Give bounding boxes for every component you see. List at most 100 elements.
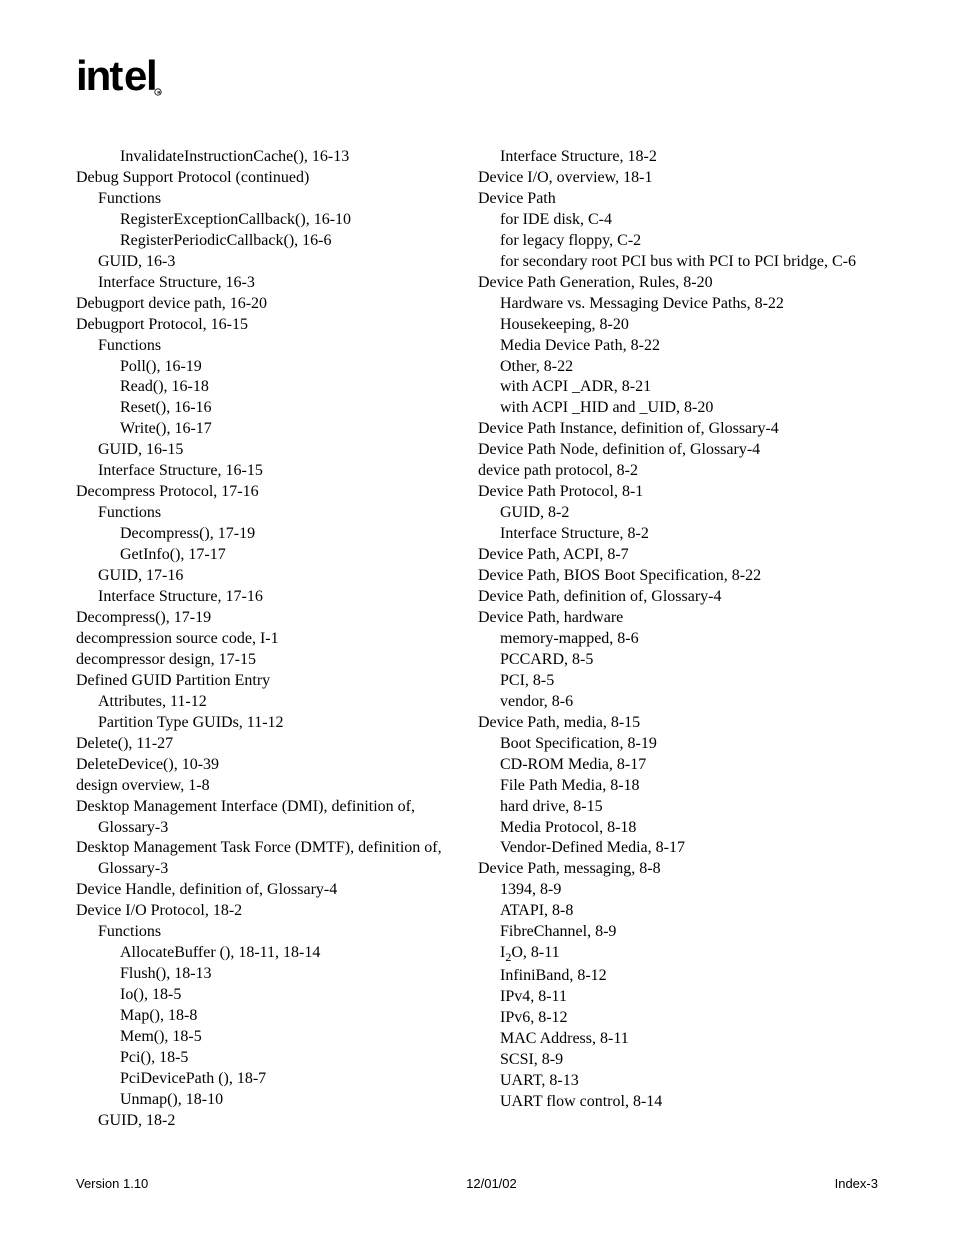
index-entry: Poll(), 16-19 bbox=[76, 357, 468, 378]
index-entry: with ACPI _ADR, 8-21 bbox=[478, 377, 870, 398]
svg-text:e: e bbox=[124, 56, 146, 99]
left-column: InvalidateInstructionCache(), 16-13Debug… bbox=[76, 147, 468, 1132]
index-entry: Debugport device path, 16-20 bbox=[76, 294, 468, 315]
index-entry: Delete(), 11-27 bbox=[76, 734, 468, 755]
index-entry: InfiniBand, 8-12 bbox=[478, 966, 870, 987]
index-columns: InvalidateInstructionCache(), 16-13Debug… bbox=[76, 147, 878, 1132]
index-entry: Functions bbox=[76, 336, 468, 357]
index-entry: Device Path bbox=[478, 189, 870, 210]
index-entry: Boot Specification, 8-19 bbox=[478, 734, 870, 755]
index-entry: Pci(), 18-5 bbox=[76, 1048, 468, 1069]
index-entry: Device Path, BIOS Boot Specification, 8-… bbox=[478, 566, 870, 587]
index-entry: Device Path Generation, Rules, 8-20 bbox=[478, 273, 870, 294]
intel-logo: int e l R bbox=[76, 56, 166, 107]
index-entry: AllocateBuffer (), 18-11, 18-14 bbox=[76, 943, 468, 964]
index-entry: Defined GUID Partition Entry bbox=[76, 671, 468, 692]
index-entry: Debug Support Protocol (continued) bbox=[76, 168, 468, 189]
index-entry: for legacy floppy, C-2 bbox=[478, 231, 870, 252]
index-entry: PciDevicePath (), 18-7 bbox=[76, 1069, 468, 1090]
right-column: Interface Structure, 18-2Device I/O, ove… bbox=[478, 147, 870, 1132]
index-entry: Io(), 18-5 bbox=[76, 985, 468, 1006]
index-entry: vendor, 8-6 bbox=[478, 692, 870, 713]
index-entry: MAC Address, 8-11 bbox=[478, 1029, 870, 1050]
index-entry: UART, 8-13 bbox=[478, 1071, 870, 1092]
index-entry: Device Path, hardware bbox=[478, 608, 870, 629]
svg-text:l: l bbox=[146, 56, 156, 99]
index-entry: CD-ROM Media, 8-17 bbox=[478, 755, 870, 776]
index-entry: Device Path, media, 8-15 bbox=[478, 713, 870, 734]
index-entry: Mem(), 18-5 bbox=[76, 1027, 468, 1048]
index-entry: IPv4, 8-11 bbox=[478, 987, 870, 1008]
index-entry: Interface Structure, 16-15 bbox=[76, 461, 468, 482]
index-entry: Interface Structure, 18-2 bbox=[478, 147, 870, 168]
index-entry: design overview, 1-8 bbox=[76, 776, 468, 797]
index-entry: FibreChannel, 8-9 bbox=[478, 922, 870, 943]
index-entry: Map(), 18-8 bbox=[76, 1006, 468, 1027]
index-entry: Device Path, messaging, 8-8 bbox=[478, 859, 870, 880]
index-entry: GUID, 16-3 bbox=[76, 252, 468, 273]
index-entry: GUID, 8-2 bbox=[478, 503, 870, 524]
index-entry: GUID, 16-15 bbox=[76, 440, 468, 461]
index-entry: Housekeeping, 8-20 bbox=[478, 315, 870, 336]
index-entry: Decompress(), 17-19 bbox=[76, 524, 468, 545]
index-entry: for secondary root PCI bus with PCI to P… bbox=[478, 252, 870, 273]
index-entry: Debugport Protocol, 16-15 bbox=[76, 315, 468, 336]
index-entry: Reset(), 16-16 bbox=[76, 398, 468, 419]
svg-text:int: int bbox=[76, 56, 123, 99]
index-entry: Desktop Management Task Force (DMTF), de… bbox=[76, 838, 468, 880]
index-entry: PCI, 8-5 bbox=[478, 671, 870, 692]
index-entry: Partition Type GUIDs, 11-12 bbox=[76, 713, 468, 734]
index-entry: Device Path Node, definition of, Glossar… bbox=[478, 440, 870, 461]
index-entry: Interface Structure, 8-2 bbox=[478, 524, 870, 545]
index-entry: Read(), 16-18 bbox=[76, 377, 468, 398]
index-entry: UART flow control, 8-14 bbox=[478, 1092, 870, 1113]
index-entry: Media Protocol, 8-18 bbox=[478, 818, 870, 839]
index-entry: decompression source code, I-1 bbox=[76, 629, 468, 650]
index-entry: hard drive, 8-15 bbox=[478, 797, 870, 818]
index-entry: Write(), 16-17 bbox=[76, 419, 468, 440]
footer-version: Version 1.10 bbox=[76, 1176, 148, 1191]
index-entry: File Path Media, 8-18 bbox=[478, 776, 870, 797]
index-entry: SCSI, 8-9 bbox=[478, 1050, 870, 1071]
index-entry: Hardware vs. Messaging Device Paths, 8-2… bbox=[478, 294, 870, 315]
index-entry: Device I/O, overview, 18-1 bbox=[478, 168, 870, 189]
index-entry: RegisterExceptionCallback(), 16-10 bbox=[76, 210, 468, 231]
index-entry: GetInfo(), 17-17 bbox=[76, 545, 468, 566]
index-entry: Decompress(), 17-19 bbox=[76, 608, 468, 629]
index-entry: memory-mapped, 8-6 bbox=[478, 629, 870, 650]
index-entry: device path protocol, 8-2 bbox=[478, 461, 870, 482]
page-footer: Version 1.10 12/01/02 Index-3 bbox=[76, 1176, 878, 1191]
index-entry: Functions bbox=[76, 922, 468, 943]
index-entry: Other, 8-22 bbox=[478, 357, 870, 378]
index-entry: Vendor-Defined Media, 8-17 bbox=[478, 838, 870, 859]
index-entry: Unmap(), 18-10 bbox=[76, 1090, 468, 1111]
index-entry: Device I/O Protocol, 18-2 bbox=[76, 901, 468, 922]
index-entry: Device Path, definition of, Glossary-4 bbox=[478, 587, 870, 608]
index-entry: Device Path, ACPI, 8-7 bbox=[478, 545, 870, 566]
index-entry: PCCARD, 8-5 bbox=[478, 650, 870, 671]
index-entry: for IDE disk, C-4 bbox=[478, 210, 870, 231]
index-entry: Device Path Instance, definition of, Glo… bbox=[478, 419, 870, 440]
index-entry: GUID, 17-16 bbox=[76, 566, 468, 587]
index-entry: Flush(), 18-13 bbox=[76, 964, 468, 985]
index-entry: RegisterPeriodicCallback(), 16-6 bbox=[76, 231, 468, 252]
index-entry: Interface Structure, 17-16 bbox=[76, 587, 468, 608]
index-entry: Attributes, 11-12 bbox=[76, 692, 468, 713]
index-entry: Device Path Protocol, 8-1 bbox=[478, 482, 870, 503]
index-entry: ATAPI, 8-8 bbox=[478, 901, 870, 922]
footer-page: Index-3 bbox=[835, 1176, 878, 1191]
index-entry: Functions bbox=[76, 503, 468, 524]
index-entry: Functions bbox=[76, 189, 468, 210]
index-entry: Decompress Protocol, 17-16 bbox=[76, 482, 468, 503]
index-entry: GUID, 18-2 bbox=[76, 1111, 468, 1132]
index-entry: 1394, 8-9 bbox=[478, 880, 870, 901]
index-entry: Desktop Management Interface (DMI), defi… bbox=[76, 797, 468, 839]
index-entry: decompressor design, 17-15 bbox=[76, 650, 468, 671]
index-entry: DeleteDevice(), 10-39 bbox=[76, 755, 468, 776]
index-entry: I2O, 8-11 bbox=[478, 943, 870, 966]
index-entry: Device Handle, definition of, Glossary-4 bbox=[76, 880, 468, 901]
index-entry: InvalidateInstructionCache(), 16-13 bbox=[76, 147, 468, 168]
index-entry: with ACPI _HID and _UID, 8-20 bbox=[478, 398, 870, 419]
index-entry: IPv6, 8-12 bbox=[478, 1008, 870, 1029]
index-entry: Media Device Path, 8-22 bbox=[478, 336, 870, 357]
